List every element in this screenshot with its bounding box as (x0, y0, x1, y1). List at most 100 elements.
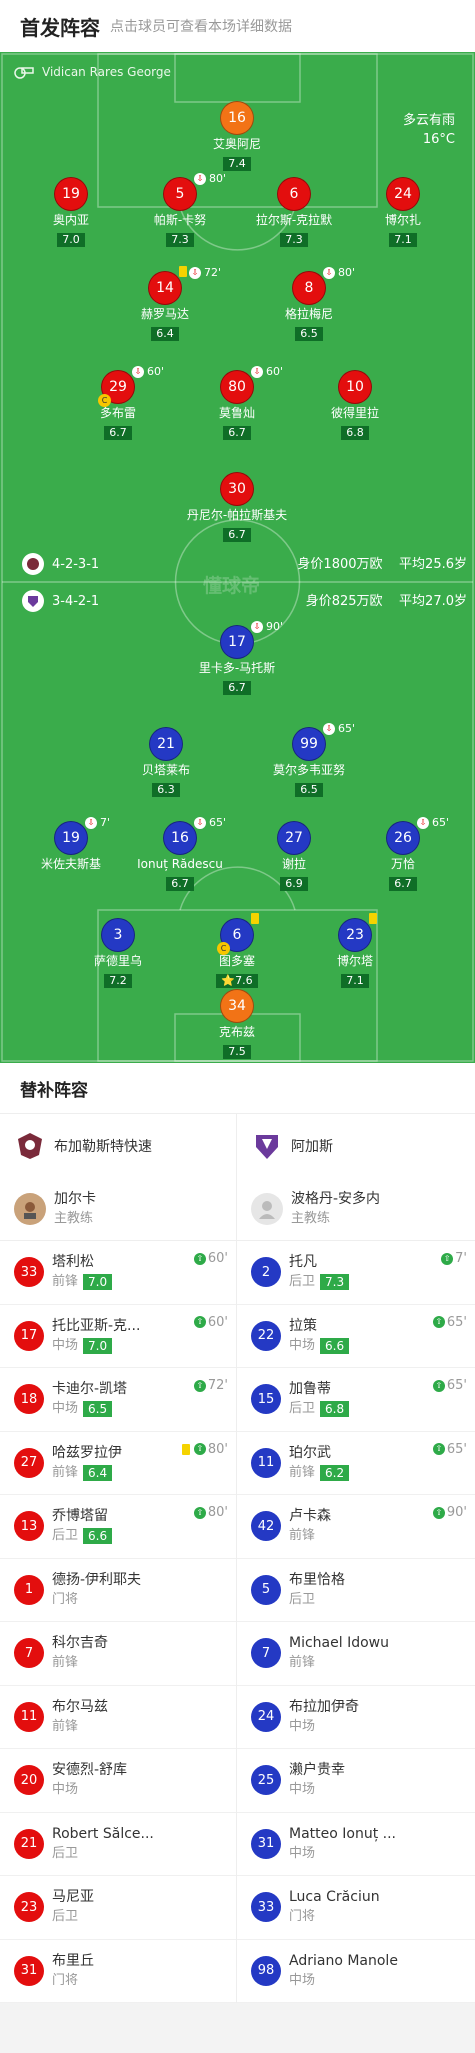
home-avg-age: 平均25.6岁 (399, 557, 467, 572)
away-bench-column: 阿加斯 波格丹-安多内 主教练 2 托凡 后卫 7.3 ⇧ 7' 22 拉策 中场 6.6 ⇧ 65' 1… (237, 1114, 475, 2003)
bench-player-row[interactable]: 18 卡迪尔-凯塔 中场 6.5 ⇧ 72' (0, 1368, 236, 1432)
home-player-8[interactable]: 80 ⇩ 60' 莫鲁灿 6.7 (182, 365, 292, 440)
captain-icon: C (217, 942, 230, 955)
home-player-10[interactable]: 30 丹尼尔-帕拉斯基夫 6.7 (182, 472, 292, 542)
bench-player-row[interactable]: 23 马尼亚 后卫 (0, 1876, 236, 1940)
player-name: 布拉加伊奇 (289, 1698, 359, 1715)
away-player-5[interactable]: 27 谢拉 6.9 (239, 821, 349, 891)
player-rating: 6.7 (389, 877, 417, 891)
away-club[interactable]: 阿加斯 (237, 1114, 475, 1177)
player-name: 拉策 (289, 1317, 317, 1334)
player-name: 丹尼尔-帕拉斯基夫 (186, 508, 288, 522)
bench-player-row[interactable]: 33 塔利松 前锋 7.0 ⇧ 60' (0, 1241, 236, 1305)
away-player-10[interactable]: 34 克布兹 7.5 (182, 989, 292, 1059)
player-name: 拉尔斯-克拉默 (255, 213, 333, 227)
player-number-badge: 22 (251, 1320, 281, 1351)
bench-player-row[interactable]: 22 拉策 中场 6.6 ⇧ 65' (237, 1305, 475, 1368)
home-player-3[interactable]: 6 拉尔斯-克拉默 7.3 (239, 177, 349, 247)
player-number-badge: 34 (220, 989, 254, 1023)
substitution-info: ⇧ 90' (432, 1505, 467, 1520)
home-player-1[interactable]: 19 奥内亚 7.0 (16, 177, 126, 247)
away-coach[interactable]: 波格丹-安多内 主教练 (237, 1177, 475, 1241)
sub-out-icon: ⇩ (132, 365, 144, 378)
bench-player-row[interactable]: 13 乔博塔留 后卫 6.6 ⇧ 80' (0, 1495, 236, 1559)
bench-section: 替补阵容 布加勒斯特快速 加尔卡 主教练 33 塔利松 前锋 7.0 ⇧ 60' 17 托比亚斯… (0, 1063, 475, 2003)
bench-player-row[interactable]: 7 科尔吉奇 前锋 (0, 1622, 236, 1686)
sub-in-icon: ⇧ (193, 1506, 206, 1519)
home-player-7[interactable]: 29 C ⇩ 60' 多布雷 6.7 (63, 365, 173, 440)
away-player-2[interactable]: 99 ⇩ 65' 莫尔多韦亚努 6.5 (254, 722, 364, 797)
player-number-badge: 17 ⇩ 90' (220, 620, 283, 659)
player-name: Robert Sălce... (52, 1825, 154, 1842)
player-number-badge: 6 (277, 177, 311, 211)
player-name: Adriano Manole (289, 1952, 398, 1969)
bench-player-row[interactable]: 20 安德烈-舒库 中场 (0, 1749, 236, 1813)
bench-player-row[interactable]: 33 Luca Crăciun 门将 (237, 1876, 475, 1940)
home-player-5[interactable]: 14 ⇩ 72' 赫罗马达 6.4 (110, 266, 221, 341)
home-player-2[interactable]: 5 ⇩ 80' 帕斯-卡努 7.3 (125, 172, 235, 247)
home-club[interactable]: 布加勒斯特快速 (0, 1114, 236, 1177)
player-number-badge: 1 (14, 1574, 44, 1605)
bench-player-row[interactable]: 5 布里恰格 后卫 (237, 1559, 475, 1622)
home-player-4[interactable]: 24 博尔扎 7.1 (348, 177, 458, 247)
bench-player-row[interactable]: 24 布拉加伊奇 中场 (237, 1686, 475, 1749)
bench-player-row[interactable]: 1 德扬-伊利耶夫 门将 (0, 1559, 236, 1622)
home-player-9[interactable]: 10 彼得里拉 6.8 (300, 370, 410, 440)
pitch: Vidican Rares George 多云有雨 16°C 懂球帝 4-2-3… (0, 52, 475, 1063)
away-player-0[interactable]: 17 ⇩ 90' 里卡多-马托斯 6.7 (182, 620, 292, 695)
bench-player-row[interactable]: 2 托凡 后卫 7.3 ⇧ 7' (237, 1241, 475, 1305)
substitution-info: ⇧ 60' (193, 1315, 228, 1330)
away-club-logo-icon (251, 1130, 283, 1162)
yellow-card-icon (251, 913, 259, 924)
player-rating: 6.7 (166, 877, 194, 891)
player-name: 万恰 (390, 857, 415, 871)
bench-player-row[interactable]: 42 卢卡森 前锋 ⇧ 90' (237, 1495, 475, 1559)
home-player-6[interactable]: 8 ⇩ 80' 格拉梅尼 6.5 (254, 266, 364, 341)
bench-player-row[interactable]: 31 布里丘 门将 (0, 1940, 236, 2003)
player-rating: 6.4 (151, 327, 179, 341)
bench-player-row[interactable]: 11 珀尔武 前锋 6.2 ⇧ 65' (237, 1432, 475, 1495)
away-player-4[interactable]: 16 ⇩ 65' Ionuț Rădescu 6.7 (125, 816, 235, 891)
player-position: 后卫 (289, 1591, 316, 1607)
substitution-info: ⇧ 72' (193, 1378, 228, 1393)
away-player-8[interactable]: 6 C 图多塞 ⭐7.6 (182, 913, 292, 988)
player-name: 加鲁蒂 (289, 1381, 331, 1398)
player-number-badge: 15 (251, 1384, 281, 1415)
away-player-6[interactable]: 26 ⇩ 65' 万恰 6.7 (348, 816, 458, 891)
player-position: 前锋 (289, 1655, 316, 1671)
home-club-name: 布加勒斯特快速 (54, 1138, 152, 1155)
bench-player-row[interactable]: 17 托比亚斯-克... 中场 7.0 ⇧ 60' (0, 1305, 236, 1368)
player-name: 布尔马兹 (52, 1698, 108, 1715)
player-number-badge: 13 (14, 1511, 44, 1542)
bench-player-row[interactable]: 7 Michael Idowu 前锋 (237, 1622, 475, 1686)
home-coach-role: 主教练 (54, 1210, 94, 1226)
sub-out-icon: ⇩ (251, 620, 263, 633)
bench-player-row[interactable]: 98 Adriano Manole 中场 (237, 1940, 475, 2003)
player-name: Luca Crăciun (289, 1889, 380, 1906)
player-rating: 7.0 (83, 1337, 113, 1354)
player-name: 科尔吉奇 (52, 1635, 108, 1652)
away-player-3[interactable]: 19 ⇩ 7' 米佐夫斯基 (16, 816, 126, 872)
player-number-badge: 14 ⇩ 72' (148, 266, 221, 305)
bench-player-row[interactable]: 25 濑户贵幸 中场 (237, 1749, 475, 1813)
home-coach[interactable]: 加尔卡 主教练 (0, 1177, 236, 1241)
bench-player-row[interactable]: 31 Matteo Ionuț ... 中场 (237, 1813, 475, 1876)
bench-player-row[interactable]: 11 布尔马兹 前锋 (0, 1686, 236, 1749)
bench-player-row[interactable]: 27 哈兹罗拉伊 前锋 6.4 ⇧ 80' (0, 1432, 236, 1495)
player-name: 卡迪尔-凯塔 (52, 1381, 128, 1398)
substitution-info: ⇩ 7' (85, 816, 110, 829)
player-rating: 7.3 (280, 233, 308, 247)
sub-out-icon: ⇩ (251, 365, 263, 378)
whistle-icon (14, 67, 34, 79)
bench-player-row[interactable]: 21 Robert Sălce... 后卫 (0, 1813, 236, 1876)
bench-player-row[interactable]: 15 加鲁蒂 后卫 6.8 ⇧ 65' (237, 1368, 475, 1432)
away-player-7[interactable]: 3 萨德里乌 7.2 (63, 918, 173, 988)
away-coach-avatar (251, 1192, 283, 1225)
away-player-9[interactable]: 23 博尔塔 7.1 (300, 913, 410, 988)
home-player-0[interactable]: 16 艾奥阿尼 7.4 (182, 101, 292, 171)
player-number-badge: 23 (338, 913, 377, 952)
player-position: 前锋 (52, 1274, 79, 1290)
away-player-1[interactable]: 21 贝塔莱布 6.3 (111, 727, 221, 797)
away-market-value: 身价825万欧 (305, 594, 383, 609)
player-number-badge: 11 (251, 1447, 281, 1478)
